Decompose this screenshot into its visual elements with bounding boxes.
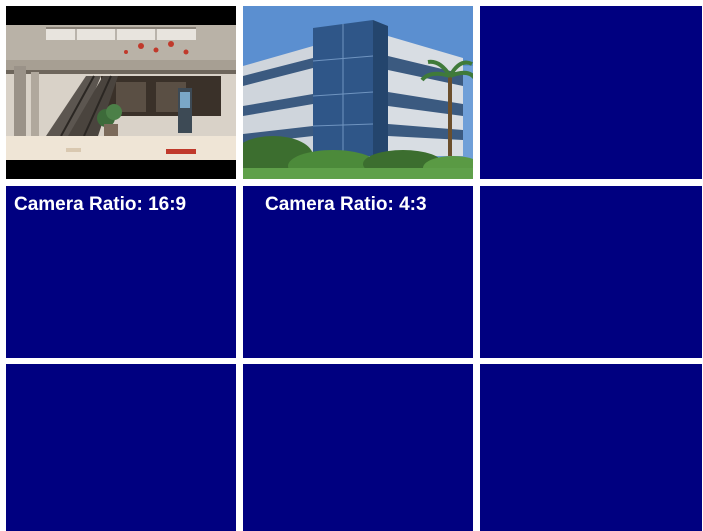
camera-tile-6[interactable] [480,186,702,358]
camera-ratio-label: Camera Ratio: 16:9 [14,194,187,215]
camera-tile-3[interactable] [480,6,702,179]
camera-tile-8[interactable] [243,364,473,531]
camera-ratio-label: Camera Ratio: 4:3 [265,194,427,215]
office-building-camera-feed [243,6,473,179]
camera-tile-2[interactable] [243,6,473,179]
camera-tile-4[interactable]: Camera Ratio: 16:9 [6,186,236,358]
camera-tile-1[interactable] [6,6,236,179]
camera-tile-9[interactable] [480,364,702,531]
camera-tile-5[interactable]: Camera Ratio: 4:3 [243,186,473,358]
mall-interior-camera-feed [6,6,236,179]
camera-tile-7[interactable] [6,364,236,531]
